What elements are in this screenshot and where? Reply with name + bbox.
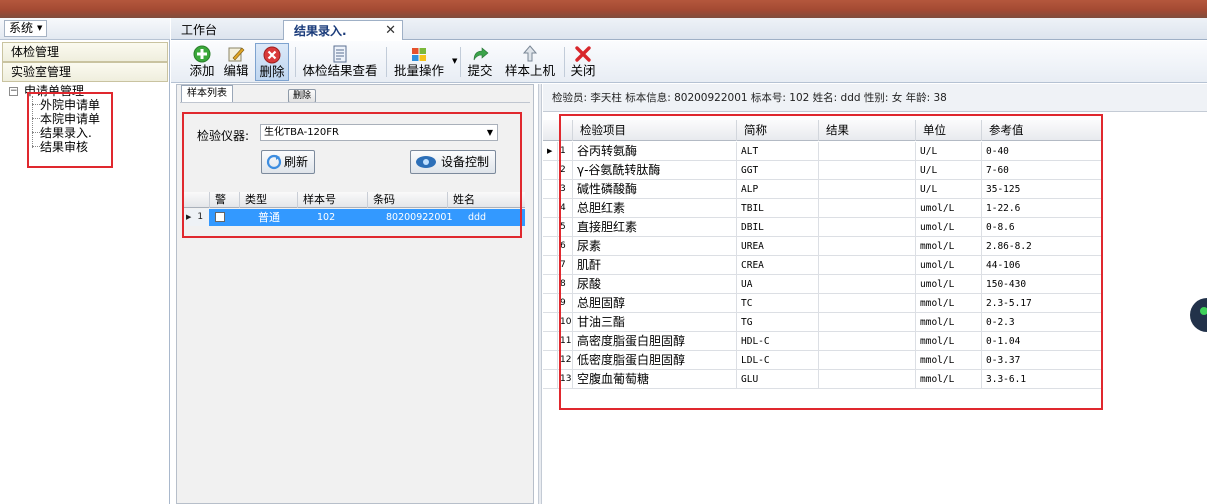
patient-info-bar: 检验员: 李天柱 标本信息: 80200922001 标本号: 102 姓名: …	[543, 84, 1207, 112]
add-button[interactable]: 添加	[187, 43, 217, 81]
submit-button[interactable]: 提交	[465, 43, 495, 81]
add-icon	[193, 45, 211, 63]
highlight-box	[27, 92, 113, 168]
report-icon	[333, 45, 347, 63]
tab-label: 结果录入.	[294, 24, 347, 38]
collapse-icon[interactable]: −	[9, 87, 18, 96]
document-tabs: 工作台 结果录入. ✕	[171, 18, 1207, 40]
tab-label: 工作台	[181, 23, 218, 37]
mini-delete-button[interactable]: 删除	[288, 89, 316, 103]
toolbar-separator	[564, 47, 565, 77]
edit-button[interactable]: 编辑	[221, 43, 251, 81]
toolbar: 添加 编辑 删除 体检结果查看 批量操作 ▼ 提交 样本上机 关闭	[171, 41, 1207, 83]
batch-operation-label: 批量操作	[393, 63, 444, 78]
toolbar-separator	[386, 47, 387, 77]
edit-label: 编辑	[223, 63, 249, 78]
upload-icon	[522, 45, 538, 62]
delete-button[interactable]: 删除	[255, 43, 289, 81]
panel-splitter[interactable]	[538, 84, 542, 504]
highlight-box	[182, 112, 522, 238]
delete-label: 删除	[259, 64, 285, 79]
system-menu-bar: 系统 ▼	[0, 18, 170, 40]
delete-icon	[263, 46, 281, 64]
close-label: 关闭	[570, 63, 596, 78]
status-dot-icon	[1200, 307, 1207, 315]
sample-upload-button[interactable]: 样本上机	[501, 43, 559, 81]
sample-upload-label: 样本上机	[504, 63, 555, 78]
dropdown-arrow-icon: ▼	[37, 24, 43, 32]
nav-panel-health-check[interactable]: 体检管理	[2, 42, 168, 62]
close-icon[interactable]: ✕	[385, 21, 396, 41]
highlight-box	[559, 114, 1103, 410]
dropdown-arrow-icon[interactable]: ▼	[452, 57, 457, 65]
tab-sample-list[interactable]: 样本列表	[181, 85, 233, 102]
nav-panel-label: 体检管理	[11, 45, 60, 59]
tab-result-entry[interactable]: 结果录入. ✕	[283, 20, 403, 40]
system-menu-button[interactable]: 系统 ▼	[4, 20, 48, 37]
system-menu-label: 系统	[9, 21, 34, 35]
close-button[interactable]: 关闭	[568, 43, 598, 81]
forward-arrow-icon	[473, 47, 489, 61]
toolbar-separator	[460, 47, 461, 77]
nav-panel-label: 实验室管理	[11, 65, 72, 79]
nav-panel-lab[interactable]: 实验室管理	[2, 62, 168, 82]
tab-workbench[interactable]: 工作台	[171, 20, 281, 40]
toolbar-separator	[295, 47, 296, 77]
left-nav-pane: 系统 ▼ 体检管理 实验室管理 − 申请单管理 外院申请单 本院申请单 结果录入. …	[0, 18, 170, 504]
window-title-strip	[0, 0, 1207, 18]
view-results-label: 体检结果查看	[302, 63, 378, 78]
add-label: 添加	[189, 63, 215, 78]
submit-label: 提交	[467, 63, 493, 78]
view-results-button[interactable]: 体检结果查看	[299, 43, 381, 81]
edit-icon	[228, 47, 245, 62]
windows-icon	[412, 48, 426, 61]
current-row-arrow-icon: ▶	[547, 147, 553, 155]
close-icon	[575, 46, 591, 62]
batch-operation-button[interactable]: 批量操作	[391, 43, 447, 81]
